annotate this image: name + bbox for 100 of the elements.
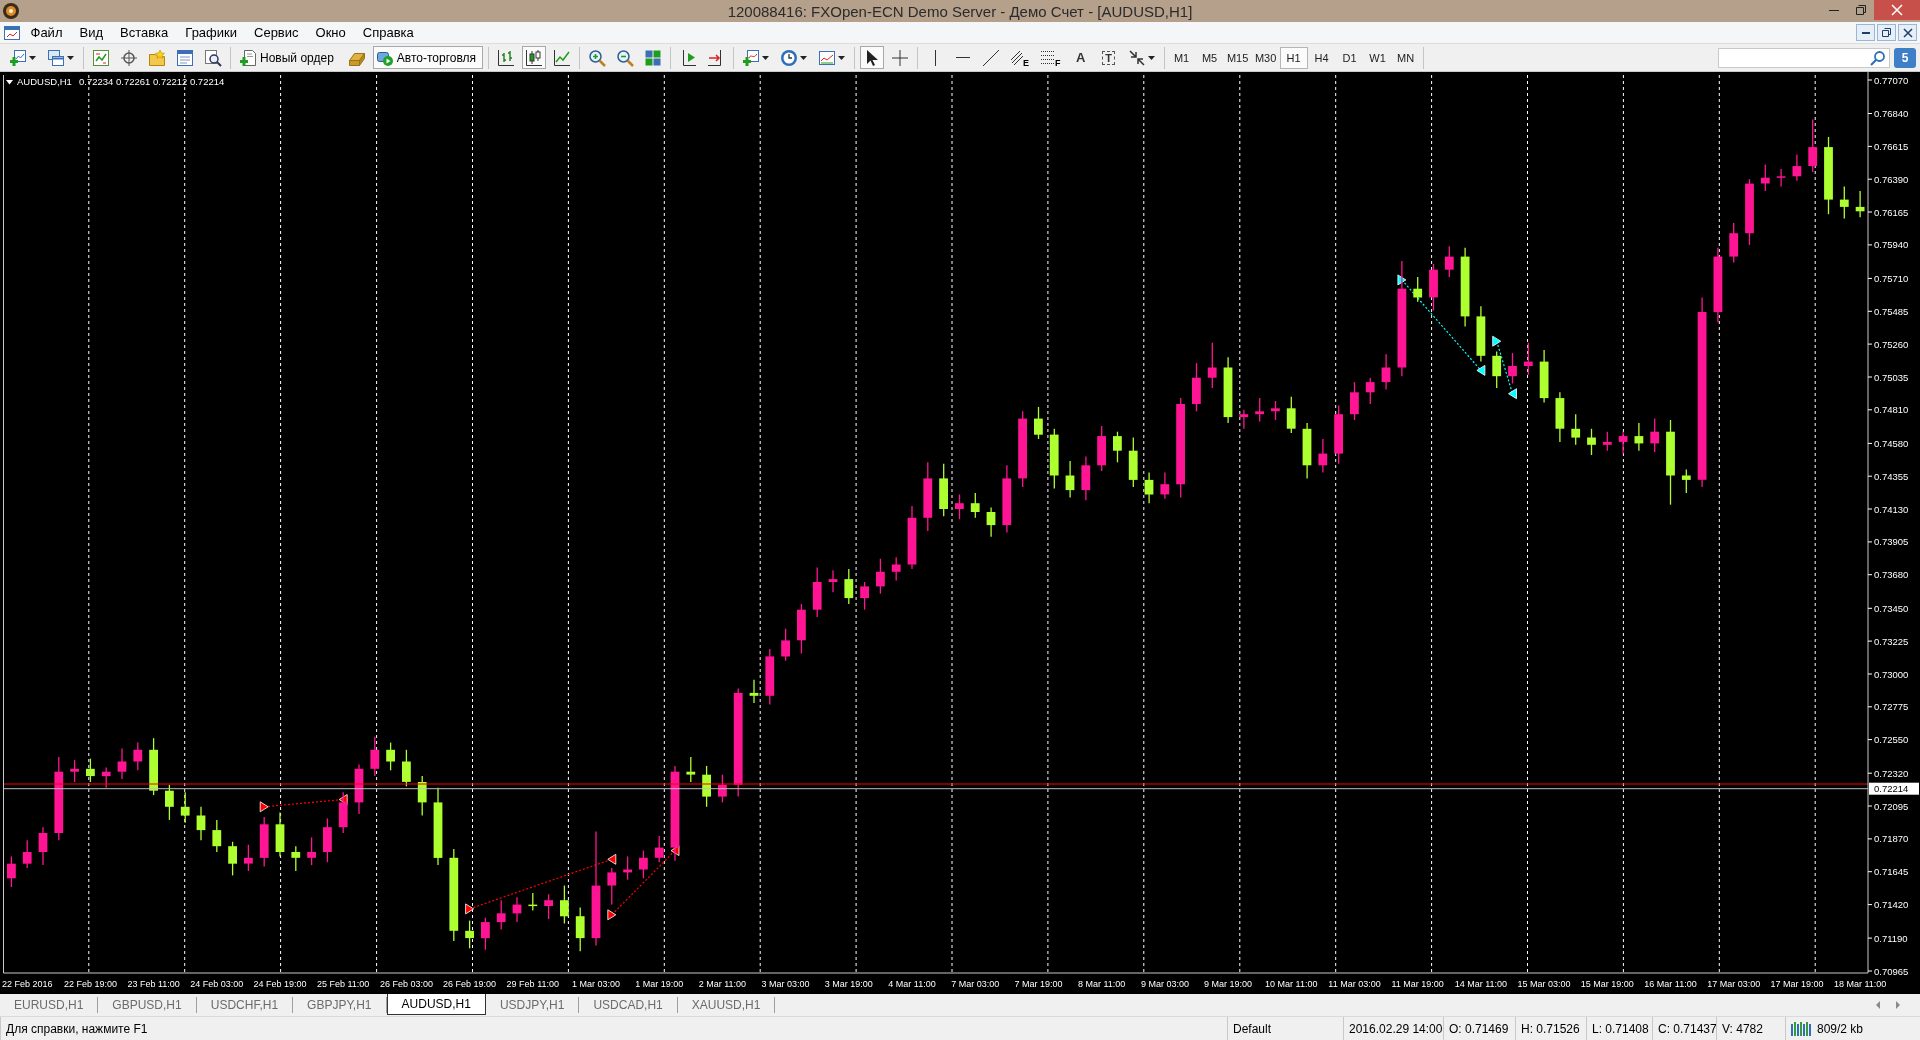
candle — [970, 492, 980, 519]
candlestick-button[interactable] — [522, 46, 547, 69]
point — [1508, 388, 1517, 400]
price-label: 0.74580 — [1874, 437, 1909, 449]
time-label: 1 Mar 03:00 — [572, 979, 620, 989]
chart-window-icon[interactable] — [4, 25, 20, 40]
time-label: 4 Mar 11:00 — [888, 979, 936, 989]
chart-tab[interactable]: USDJPY,H1 — [485, 997, 580, 1013]
candle — [1365, 377, 1375, 405]
child-minimize-button[interactable] — [1856, 24, 1875, 41]
menu-item[interactable]: Вид — [70, 23, 112, 42]
timeframe-button[interactable]: D1 — [1335, 46, 1364, 69]
price-label: 0.73225 — [1874, 635, 1909, 647]
crosshair-icon — [892, 49, 909, 66]
fibonacci-tool-button[interactable]: F — [1037, 46, 1065, 69]
menu-item[interactable]: Сервис — [245, 23, 308, 42]
candle — [1618, 431, 1628, 455]
candle — [1429, 263, 1438, 312]
menu-item[interactable]: Файл — [22, 23, 71, 42]
candle — [496, 899, 506, 931]
messages-button[interactable]: 5 — [1894, 47, 1916, 68]
collapse-triangle-icon[interactable] — [6, 80, 13, 85]
caret-icon — [762, 55, 770, 60]
candle — [686, 756, 696, 783]
search-field[interactable] — [1718, 47, 1890, 68]
cursor-button[interactable] — [860, 46, 885, 69]
candle — [1792, 153, 1802, 182]
timeframe-button[interactable]: M15 — [1223, 46, 1252, 69]
candle — [1002, 464, 1012, 534]
close-icon — [1892, 5, 1902, 15]
dotted-lines-icon — [1041, 51, 1056, 64]
scroll-right-icon[interactable] — [1896, 1001, 1900, 1009]
candle — [1065, 460, 1075, 499]
child-close-button[interactable] — [1898, 24, 1917, 41]
text-label-tool-button[interactable]: T — [1096, 46, 1121, 69]
arrows-icon — [1128, 49, 1145, 66]
timeframe-button[interactable]: H4 — [1307, 46, 1336, 69]
candle — [718, 774, 727, 804]
price-label: 0.71420 — [1874, 899, 1909, 911]
price-label: 0.73450 — [1874, 602, 1909, 614]
candle — [876, 558, 885, 595]
menu-item[interactable]: Справка — [354, 23, 423, 42]
point — [607, 909, 617, 921]
profile-name: Default — [1233, 1021, 1272, 1036]
candle — [1776, 168, 1786, 188]
point — [259, 801, 269, 813]
caret-icon — [800, 55, 808, 60]
folder-star-icon — [149, 49, 165, 66]
scroll-left-icon[interactable] — [1876, 1001, 1880, 1009]
text-tool-button[interactable]: A — [1068, 46, 1093, 69]
candle — [1745, 178, 1754, 246]
candle — [354, 763, 364, 815]
chart-tab[interactable]: EURUSD,H1 — [0, 997, 99, 1013]
line-chart-icon — [554, 49, 571, 66]
time-label: 23 Feb 11:00 — [127, 979, 180, 989]
candle — [1444, 245, 1454, 278]
chart-tab[interactable]: XAUUSD,H1 — [677, 997, 776, 1013]
candle — [117, 747, 127, 780]
magnifier-icon — [205, 49, 221, 66]
template-chart-icon — [819, 49, 836, 66]
timeframe-button[interactable]: M30 — [1251, 46, 1280, 69]
timeframe-button[interactable]: H1 — [1279, 46, 1308, 69]
chart-tab[interactable]: USDCAD,H1 — [579, 997, 678, 1013]
candle — [370, 736, 380, 777]
child-restore-button[interactable] — [1877, 24, 1896, 41]
zoom-in-icon — [589, 49, 606, 66]
search-icon — [1871, 50, 1885, 65]
chart-tab[interactable]: GBPJPY,H1 — [293, 997, 387, 1013]
time-label: 11 Mar 19:00 — [1391, 979, 1444, 989]
document-plus-icon — [240, 49, 256, 66]
chart-tab[interactable]: AUDUSD,H1 — [386, 994, 486, 1015]
menu-item[interactable]: Графики — [176, 23, 246, 42]
candle — [1523, 342, 1533, 376]
channel-tool-button[interactable]: E — [1007, 46, 1034, 69]
menu-item[interactable]: Вставка — [111, 23, 177, 42]
timeframe-button[interactable]: W1 — [1363, 46, 1392, 69]
candle — [244, 844, 253, 872]
price-label: 0.73905 — [1874, 536, 1909, 548]
zoom-out-icon — [617, 49, 634, 66]
chart-tab[interactable]: GBPUSD,H1 — [98, 997, 197, 1013]
timeframe-button[interactable]: M5 — [1195, 46, 1224, 69]
price-label: 0.70965 — [1874, 965, 1909, 977]
new-order-button[interactable]: Новый ордер — [236, 46, 341, 69]
time-label: 3 Mar 03:00 — [761, 979, 810, 989]
candle — [512, 896, 522, 923]
time-label: 17 Mar 19:00 — [1770, 979, 1824, 989]
timeframe-button[interactable]: M1 — [1167, 46, 1196, 69]
price-label: 0.75485 — [1874, 305, 1909, 317]
candle — [291, 845, 301, 872]
candle — [1239, 409, 1249, 430]
menu-item[interactable]: Окно — [307, 23, 355, 42]
auto-trading-button[interactable]: Авто-торговля — [372, 46, 484, 69]
chart-tab[interactable]: USDCHF,H1 — [196, 997, 294, 1013]
time-label: 1 Mar 19:00 — [635, 979, 684, 989]
close-button[interactable] — [1874, 0, 1920, 20]
candle — [891, 556, 901, 582]
time-label: 24 Feb 03:00 — [190, 979, 244, 989]
candle — [1192, 362, 1201, 412]
timeframe-button[interactable]: MN — [1391, 46, 1420, 69]
candle — [765, 648, 775, 706]
